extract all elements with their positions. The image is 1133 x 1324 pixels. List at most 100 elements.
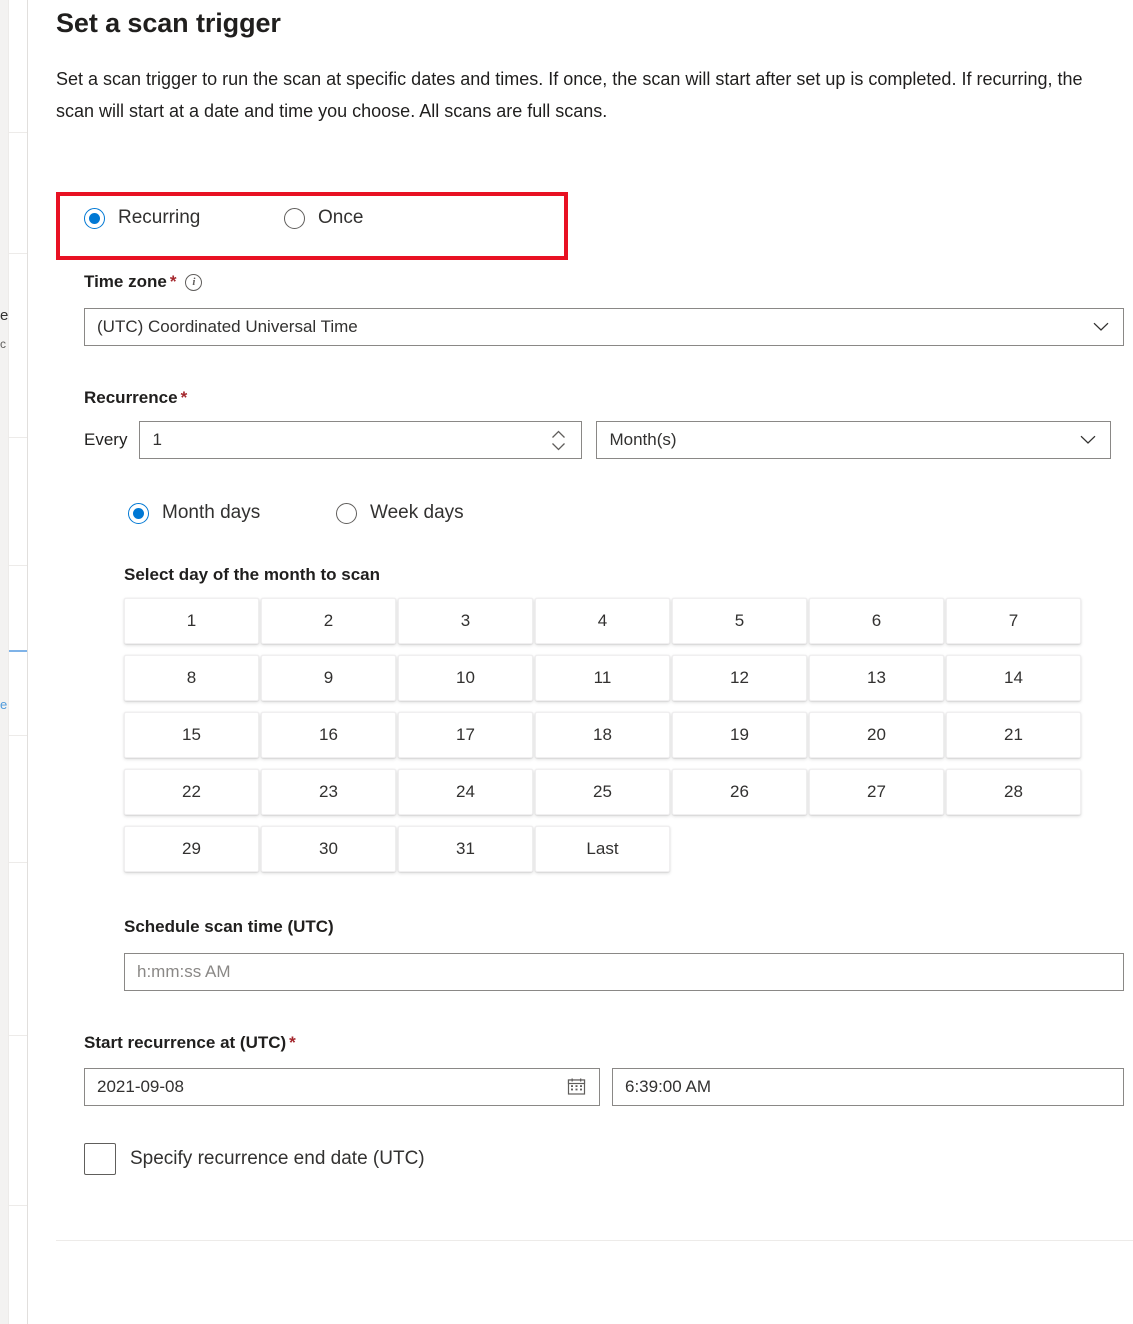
day-button[interactable]: 31 [398,826,533,872]
recurrence-unit-dropdown[interactable]: Month(s) [596,421,1112,459]
background-text-fragment: c [0,337,6,351]
day-button[interactable]: 12 [672,655,807,701]
day-button[interactable]: 30 [261,826,396,872]
day-button[interactable]: 27 [809,769,944,815]
day-button[interactable]: 11 [535,655,670,701]
time-zone-label: Time zone * i [84,272,203,292]
page-title: Set a scan trigger [56,8,281,38]
day-button[interactable]: 7 [946,598,1081,644]
day-button[interactable]: 3 [398,598,533,644]
day-button[interactable]: 20 [809,712,944,758]
background-divider [9,437,27,438]
specify-end-date-checkbox[interactable] [84,1143,116,1175]
radio-month-days[interactable]: Month days [128,502,336,524]
background-nav-rail [0,0,9,1324]
every-label: Every [84,430,128,449]
day-button[interactable]: 6 [809,598,944,644]
day-button[interactable]: 21 [946,712,1081,758]
day-button[interactable]: 14 [946,655,1081,701]
recurrence-interval-row: Every 1 Month(s) [84,421,1112,459]
start-recurrence-label-text: Start recurrence at (UTC) [84,1033,287,1052]
quantity-stepper[interactable] [547,423,569,457]
day-button[interactable]: 10 [398,655,533,701]
radio-month-days-indicator[interactable] [128,502,149,524]
day-button[interactable]: 24 [398,769,533,815]
schedule-scan-time-input[interactable]: h:mm:ss AM [124,953,1124,991]
day-button[interactable]: 16 [261,712,396,758]
info-icon[interactable]: i [185,273,203,291]
radio-once-indicator[interactable] [284,207,305,229]
background-divider [9,132,27,133]
background-divider [9,1035,27,1036]
day-mode-radio-group: Month days Week days [128,502,464,524]
time-zone-dropdown[interactable]: (UTC) Coordinated Universal Time [84,308,1124,346]
time-zone-required-mark: * [169,272,177,291]
schedule-scan-time-label: Schedule scan time (UTC) [124,917,334,936]
radio-once-label: Once [318,207,364,228]
day-button[interactable]: 1 [124,598,259,644]
chevron-down-icon[interactable] [1078,430,1098,450]
recurrence-interval-value: 1 [152,430,162,449]
radio-once[interactable]: Once [284,207,363,229]
recurrence-required-mark: * [180,388,188,407]
panel-body: Set a scan trigger Set a scan trigger to… [28,0,1133,1240]
day-button[interactable]: 4 [535,598,670,644]
start-recurrence-date-value: 2021-09-08 [97,1077,184,1096]
day-grid-label: Select day of the month to scan [124,565,380,584]
day-button[interactable]: 9 [261,655,396,701]
screen-root: e c e Set a scan trigger Set a scan trig… [0,0,1133,1324]
day-button[interactable]: 22 [124,769,259,815]
radio-recurring[interactable]: Recurring [84,207,284,229]
recurrence-unit-value: Month(s) [609,430,677,449]
background-divider [9,1205,27,1206]
start-recurrence-date-input[interactable]: 2021-09-08 [84,1068,600,1106]
radio-recurring-label: Recurring [118,207,201,228]
footer-bar: Continue Back Cancel [28,1241,1133,1324]
recurrence-interval-input[interactable]: 1 [139,421,583,459]
day-button[interactable]: Last [535,826,670,872]
day-button[interactable]: 23 [261,769,396,815]
radio-recurring-indicator[interactable] [84,207,105,229]
background-selected-marker [9,650,27,652]
start-recurrence-time-value: 6:39:00 AM [625,1077,712,1096]
background-page-strip: e c e [0,0,27,1324]
month-day-grid: 1 2 3 4 5 6 7 8 9 10 11 12 13 14 15 16 17 18 19 20 21 22 23 24 2… [124,598,1084,872]
start-recurrence-time-input[interactable]: 6:39:00 AM [612,1068,1124,1106]
day-button[interactable]: 17 [398,712,533,758]
background-divider [9,565,27,566]
day-button[interactable]: 19 [672,712,807,758]
day-button[interactable]: 18 [535,712,670,758]
page-description: Set a scan trigger to run the scan at sp… [56,69,1083,121]
radio-week-days-indicator[interactable] [336,502,357,524]
start-recurrence-label: Start recurrence at (UTC) * [84,1033,296,1053]
start-recurrence-required-mark: * [289,1033,296,1052]
schedule-scan-time-placeholder: h:mm:ss AM [137,962,231,981]
day-button[interactable]: 28 [946,769,1081,815]
day-button[interactable]: 29 [124,826,259,872]
scan-trigger-panel: Set a scan trigger Set a scan trigger to… [27,0,1133,1324]
chevron-down-icon[interactable] [1091,317,1111,337]
radio-week-days[interactable]: Week days [336,502,464,524]
background-text-fragment: e [0,307,9,324]
day-button[interactable]: 5 [672,598,807,644]
time-zone-label-text: Time zone [84,272,167,291]
specify-end-date-label: Specify recurrence end date (UTC) [130,1148,425,1169]
day-button[interactable]: 8 [124,655,259,701]
recurrence-label: Recurrence * [84,388,187,408]
background-link-fragment: e [0,697,8,712]
background-divider [9,862,27,863]
radio-week-days-label: Week days [370,502,464,523]
background-divider [9,735,27,736]
trigger-type-radio-group: Recurring Once [84,207,363,229]
background-divider [9,253,27,254]
day-button[interactable]: 13 [809,655,944,701]
radio-month-days-label: Month days [162,502,261,523]
day-button[interactable]: 15 [124,712,259,758]
day-button[interactable]: 2 [261,598,396,644]
time-zone-value: (UTC) Coordinated Universal Time [97,317,358,336]
specify-end-date-checkbox-row[interactable]: Specify recurrence end date (UTC) [84,1143,425,1175]
day-button[interactable]: 26 [672,769,807,815]
calendar-icon[interactable] [567,1077,587,1097]
recurrence-label-text: Recurrence [84,388,178,407]
day-button[interactable]: 25 [535,769,670,815]
